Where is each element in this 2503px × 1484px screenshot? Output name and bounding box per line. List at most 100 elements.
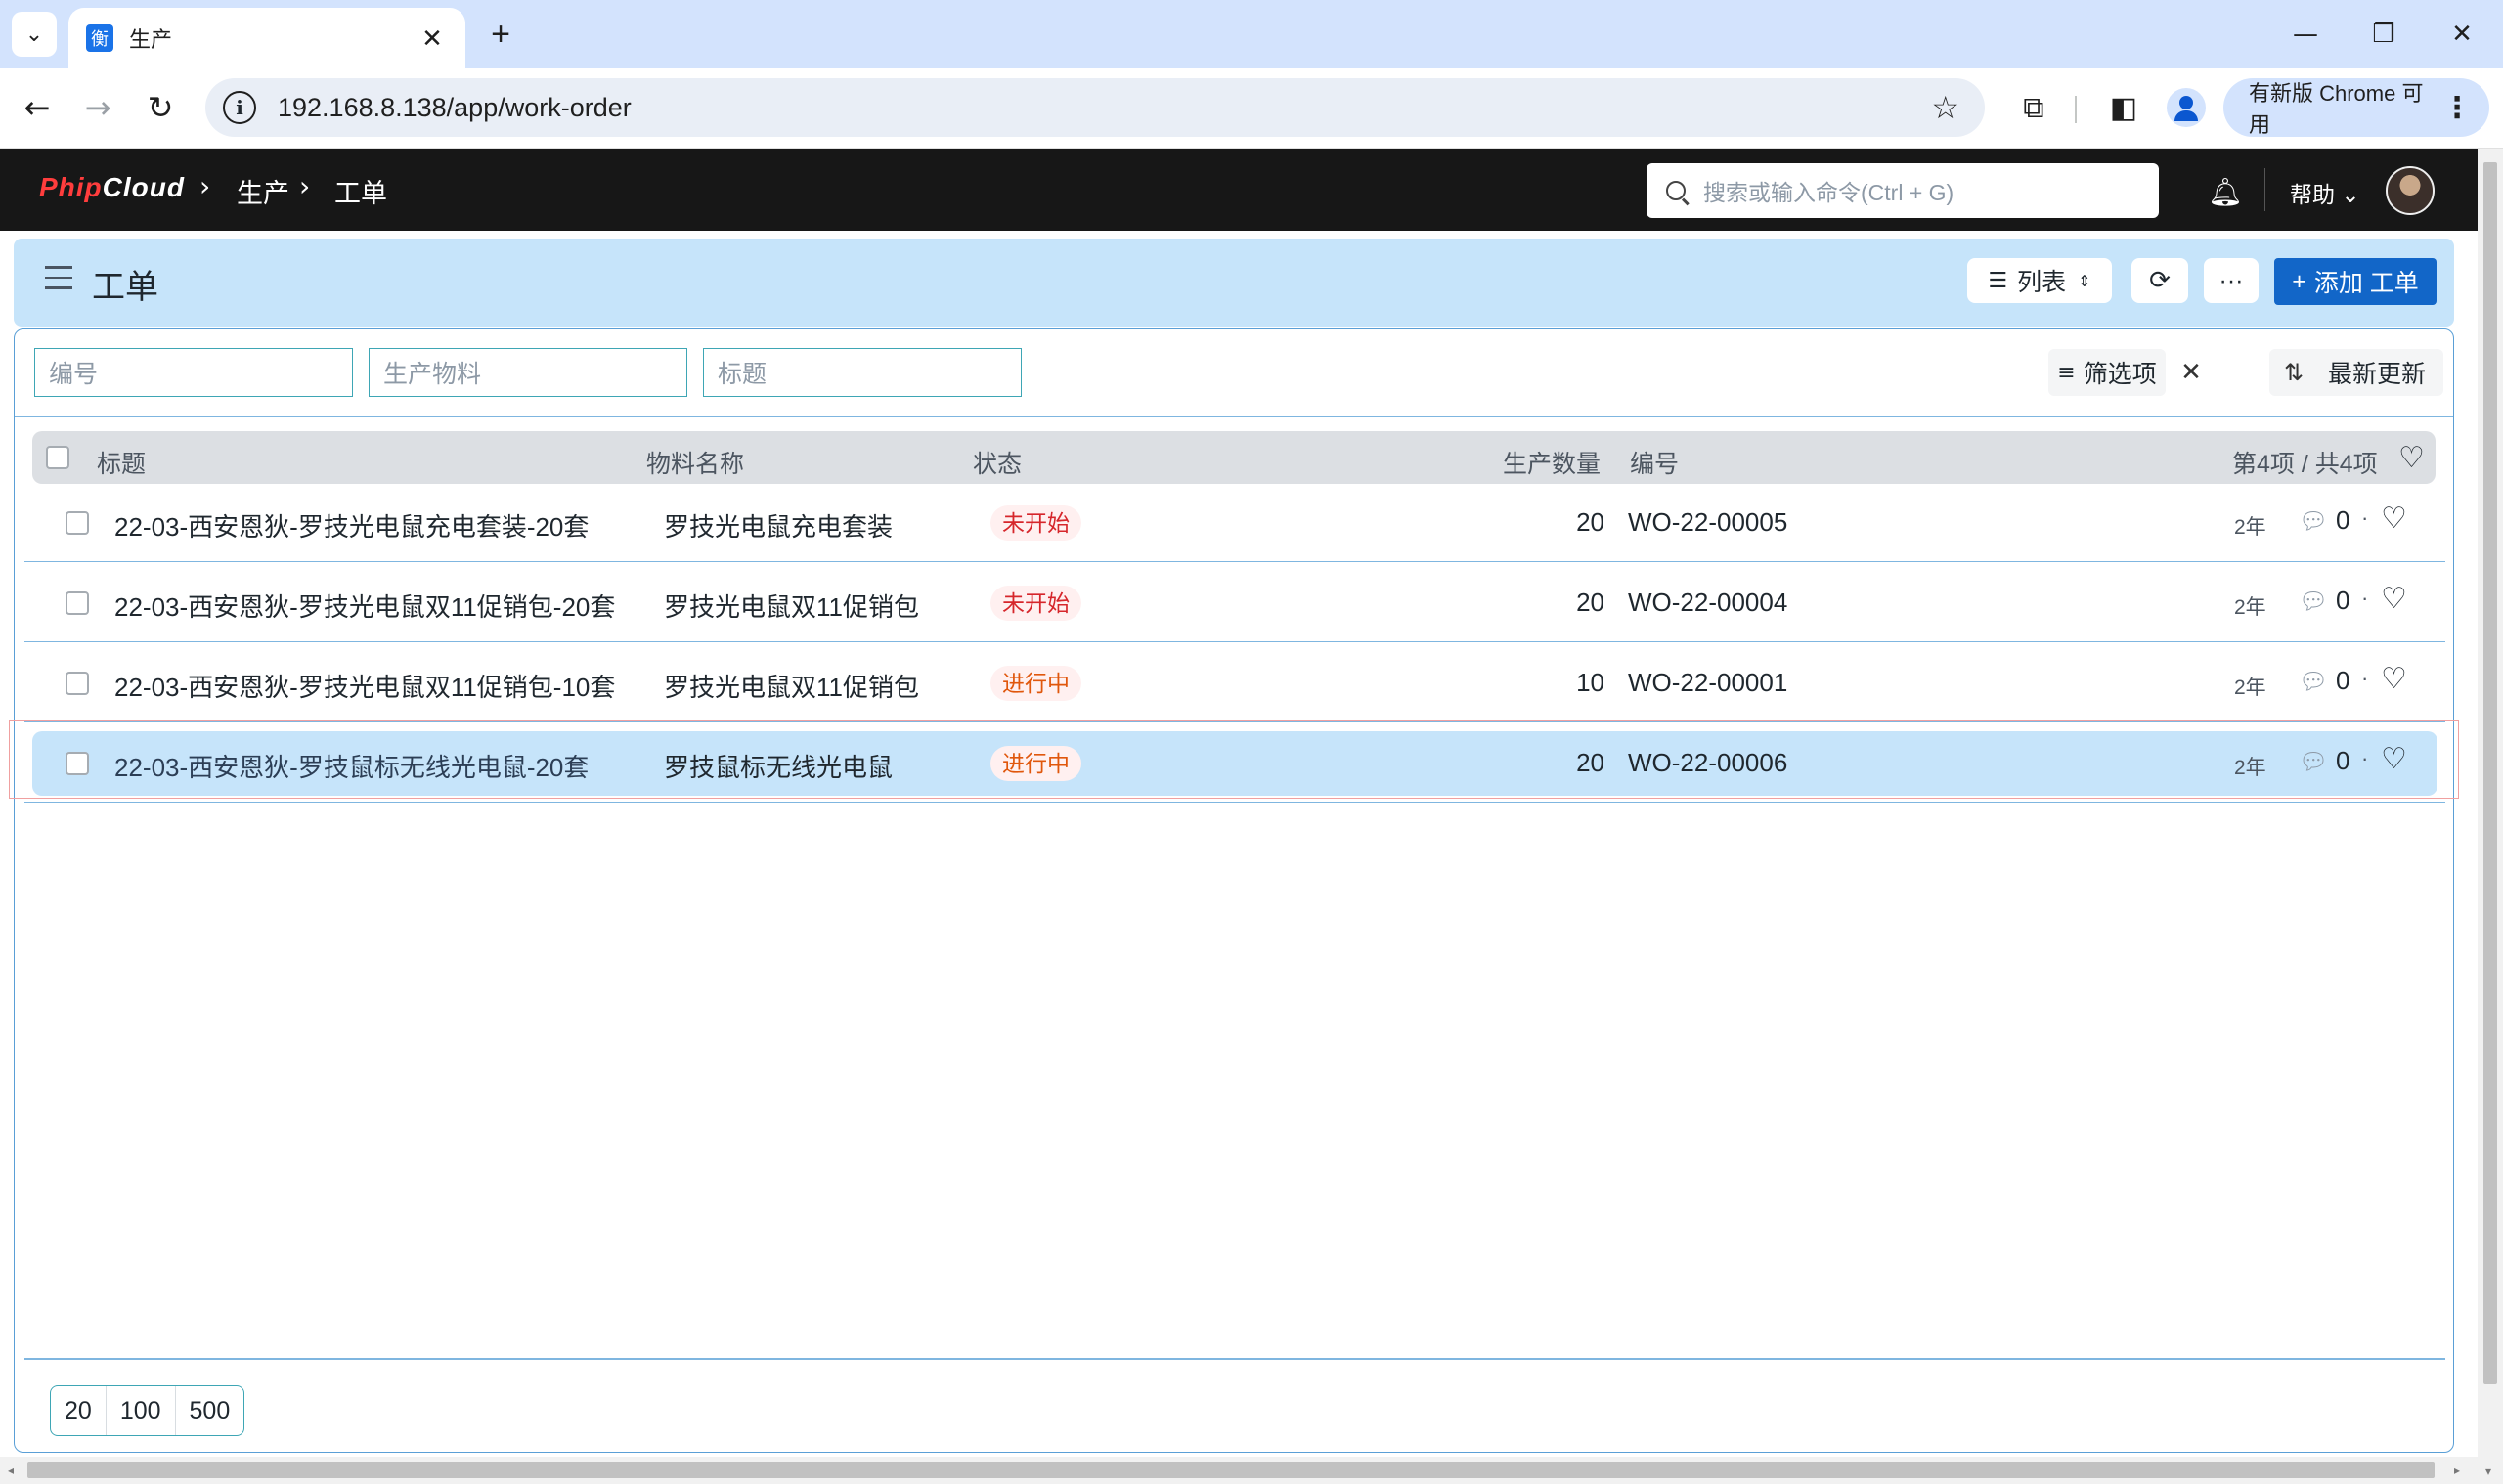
row-checkbox[interactable] — [66, 672, 89, 695]
comment-count: 0 — [2336, 666, 2350, 695]
filter-material-input[interactable]: 生产物料 — [369, 348, 687, 397]
list-card: 编号 生产物料 标题 ≡ 筛选项 ✕ ⇅ 最新更新 标题 物料名称 状态 生产数… — [9, 328, 2459, 1453]
header-code: 编号 — [1630, 451, 1680, 478]
restore-icon[interactable]: ❐ — [2354, 10, 2413, 59]
scroll-left-arrow-icon[interactable]: ◂ — [8, 1463, 14, 1477]
horizontal-scrollbar-thumb[interactable] — [27, 1462, 2435, 1478]
row-checkbox[interactable] — [66, 752, 89, 775]
row-title-link[interactable]: 22-03-西安恩狄-罗技光电鼠双11促销包-10套 — [114, 668, 615, 704]
tab-close-icon[interactable]: ✕ — [417, 23, 448, 54]
reload-icon[interactable]: ↻ — [139, 86, 182, 129]
navbar-divider — [2264, 168, 2265, 211]
bookmark-star-icon[interactable]: ☆ — [1931, 89, 1959, 126]
row-qty: 20 — [1576, 748, 1604, 777]
sidebar-toggle-hamburger-icon[interactable] — [45, 266, 72, 293]
search-placeholder: 搜索或输入命令(Ctrl + G) — [1703, 180, 1954, 205]
meta-separator: · — [2361, 505, 2369, 530]
status-badge[interactable]: 进行中 — [990, 666, 1081, 701]
status-badge[interactable]: 进行中 — [990, 746, 1081, 781]
comment-count: 0 — [2336, 746, 2350, 775]
row-material: 罗技光电鼠双11促销包 — [664, 592, 919, 622]
like-heart-icon[interactable]: ♡ — [2381, 742, 2407, 776]
row-modified-age: 2年 — [2234, 516, 2266, 539]
table-row[interactable]: 22-03-西安恩狄-罗技光电鼠充电套装-20套 罗技光电鼠充电套装 未开始 2… — [24, 484, 2445, 562]
help-dropdown[interactable]: 帮助 ⌄ — [2290, 176, 2360, 209]
row-checkbox[interactable] — [66, 511, 89, 535]
scroll-right-arrow-icon[interactable]: ▸ — [2454, 1463, 2460, 1477]
notification-bell-icon[interactable]: 🔔︎ — [2208, 176, 2243, 208]
header-like-heart-icon[interactable]: ♡ — [2398, 441, 2425, 475]
site-info-icon[interactable]: i — [223, 91, 256, 124]
refresh-button[interactable]: ⟳ — [2131, 258, 2188, 303]
comment-icon: 💬︎ — [2299, 507, 2329, 535]
minimize-icon[interactable]: — — [2276, 10, 2335, 59]
sort-label[interactable]: 最新更新 — [2318, 355, 2426, 390]
comment-count: 0 — [2336, 586, 2350, 615]
profile-icon[interactable] — [2167, 88, 2206, 127]
page-size-100-button[interactable]: 100 — [105, 1386, 175, 1435]
like-heart-icon[interactable]: ♡ — [2381, 662, 2407, 696]
new-tab-plus-icon[interactable]: + — [479, 14, 522, 57]
extensions-icon[interactable]: ⧉ — [2014, 88, 2053, 127]
app-logo[interactable]: PhipCloud — [39, 172, 185, 203]
row-code: WO-22-00004 — [1628, 588, 1788, 617]
list-footer-divider — [24, 1358, 2445, 1360]
list-header: 标题 物料名称 状态 生产数量 编号 第4项 / 共4项 ♡ — [32, 431, 2436, 484]
row-title-link[interactable]: 22-03-西安恩狄-罗技光电鼠充电套装-20套 — [114, 507, 589, 544]
forward-icon[interactable]: → — [76, 86, 119, 129]
more-vert-icon[interactable]: ⋮ — [2442, 91, 2472, 125]
like-heart-icon[interactable]: ♡ — [2381, 582, 2407, 616]
tab-search-chevron-down-icon[interactable]: ⌄ — [12, 12, 57, 57]
row-code: WO-22-00005 — [1628, 507, 1788, 537]
row-title-link[interactable]: 22-03-西安恩狄-罗技鼠标无线光电鼠-20套 — [114, 748, 589, 784]
comment-count: 0 — [2336, 505, 2350, 535]
breadcrumb-chevron-icon: › — [199, 170, 211, 202]
more-actions-button[interactable]: ··· — [2204, 258, 2259, 303]
back-icon[interactable]: ← — [16, 86, 59, 129]
sort-selector[interactable]: ⇅ 最新更新 — [2269, 349, 2443, 396]
url-text[interactable]: 192.168.8.138/app/work-order — [278, 93, 1931, 123]
standard-filter-bar: 编号 生产物料 标题 ≡ 筛选项 ✕ ⇅ 最新更新 — [15, 329, 2453, 417]
page-length-selector: 20 100 500 — [50, 1385, 245, 1436]
add-work-order-button[interactable]: + 添加 工单 — [2274, 258, 2437, 305]
page-size-20-button[interactable]: 20 — [51, 1386, 106, 1435]
plus-icon: + — [2292, 267, 2306, 295]
like-heart-icon[interactable]: ♡ — [2381, 502, 2407, 536]
table-row[interactable]: 22-03-西安恩狄-罗技光电鼠双11促销包-10套 罗技光电鼠双11促销包 进… — [24, 644, 2445, 722]
comment-icon: 💬︎ — [2299, 748, 2329, 775]
horizontal-scrollbar[interactable]: ◂ ▸ — [0, 1457, 2478, 1484]
filter-code-input[interactable]: 编号 — [34, 348, 353, 397]
status-badge[interactable]: 未开始 — [990, 505, 1081, 541]
row-checkbox[interactable] — [66, 591, 89, 615]
browser-tab[interactable]: 衡 生产 ✕ — [68, 8, 465, 68]
breadcrumb-work-order[interactable]: 工单 — [334, 172, 387, 210]
row-qty: 20 — [1576, 588, 1604, 617]
side-panel-icon[interactable]: ◧ — [2104, 88, 2143, 127]
clear-filter-close-icon[interactable]: ✕ — [2168, 349, 2215, 396]
filter-title-input[interactable]: 标题 — [703, 348, 1022, 397]
select-all-checkbox[interactable] — [46, 446, 69, 469]
breadcrumb-chevron-icon: › — [299, 170, 311, 202]
view-switcher-button[interactable]: ☰ 列表 ⇕ — [1967, 258, 2112, 303]
table-row-highlighted[interactable]: 22-03-西安恩狄-罗技鼠标无线光电鼠-20套 罗技鼠标无线光电鼠 进行中 2… — [24, 724, 2445, 803]
scroll-down-arrow-icon[interactable]: ▾ — [2485, 1464, 2491, 1478]
page-size-500-button[interactable]: 500 — [174, 1386, 244, 1435]
row-material: 罗技光电鼠双11促销包 — [664, 673, 919, 702]
row-material: 罗技光电鼠充电套装 — [664, 512, 894, 542]
sort-order-icon[interactable]: ⇅ — [2269, 359, 2318, 386]
vertical-scrollbar[interactable]: ▾ — [2478, 149, 2503, 1484]
window-close-icon[interactable]: ✕ — [2433, 10, 2491, 59]
status-badge[interactable]: 未开始 — [990, 586, 1081, 621]
awesomebar-search-input[interactable]: 搜索或输入命令(Ctrl + G) — [1647, 163, 2159, 218]
address-bar[interactable]: i 192.168.8.138/app/work-order ☆ — [205, 78, 1985, 137]
row-title-link[interactable]: 22-03-西安恩狄-罗技光电鼠双11促销包-20套 — [114, 588, 615, 624]
browser-tabstrip: ⌄ 衡 生产 ✕ + — ❐ ✕ — [0, 0, 2503, 68]
vertical-scrollbar-thumb[interactable] — [2483, 162, 2497, 1384]
page-title: 工单 — [92, 269, 158, 306]
row-material: 罗技鼠标无线光电鼠 — [664, 753, 894, 782]
chrome-update-button[interactable]: 有新版 Chrome 可用 ⋮ — [2223, 78, 2489, 137]
filter-button[interactable]: ≡ 筛选项 — [2048, 349, 2166, 396]
breadcrumb-production[interactable]: 生产 — [237, 172, 289, 210]
user-avatar[interactable] — [2386, 166, 2435, 215]
table-row[interactable]: 22-03-西安恩狄-罗技光电鼠双11促销包-20套 罗技光电鼠双11促销包 未… — [24, 564, 2445, 642]
